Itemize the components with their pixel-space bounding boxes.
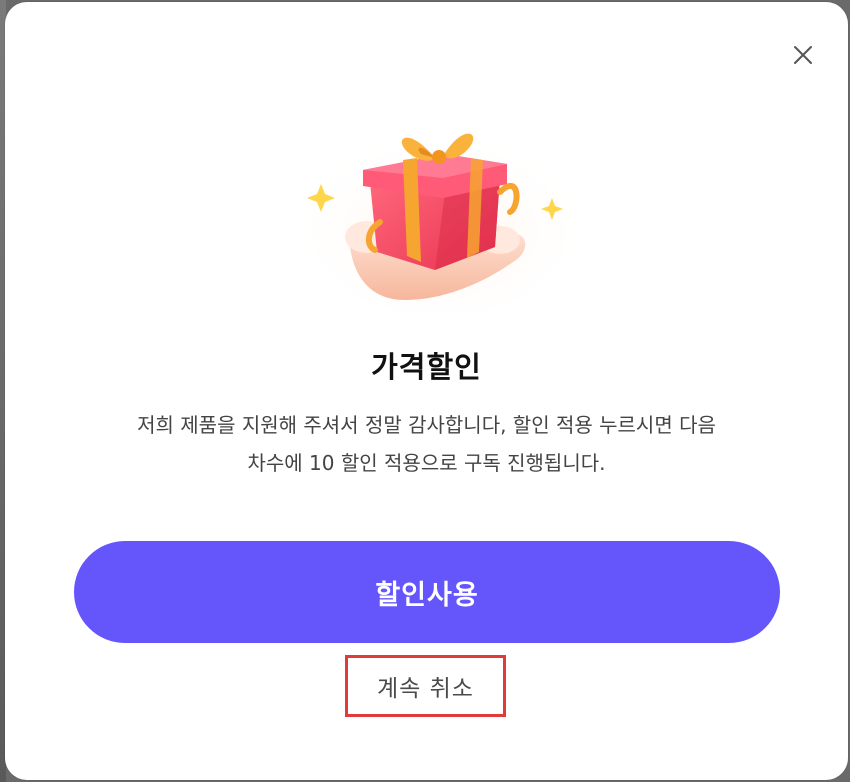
gift-box-in-hand-icon bbox=[300, 127, 580, 312]
dialog-description: 저희 제품을 지원해 주셔서 정말 감사합니다, 할인 적용 누르시면 다음 차… bbox=[65, 406, 788, 482]
description-line-2: 차수에 10 할인 적용으로 구독 진행됩니다. bbox=[247, 451, 606, 475]
discount-dialog: 가격할인 저희 제품을 지원해 주셔서 정말 감사합니다, 할인 적용 누르시면… bbox=[5, 2, 848, 780]
continue-cancel-button[interactable]: 계속 취소 bbox=[345, 655, 506, 717]
dialog-title: 가격할인 bbox=[371, 350, 482, 384]
use-discount-button[interactable]: 할인사용 bbox=[74, 541, 780, 643]
close-icon bbox=[794, 46, 812, 64]
close-button[interactable] bbox=[788, 40, 818, 70]
description-line-1: 저희 제품을 지원해 주셔서 정말 감사합니다, 할인 적용 누르시면 다음 bbox=[137, 413, 716, 437]
